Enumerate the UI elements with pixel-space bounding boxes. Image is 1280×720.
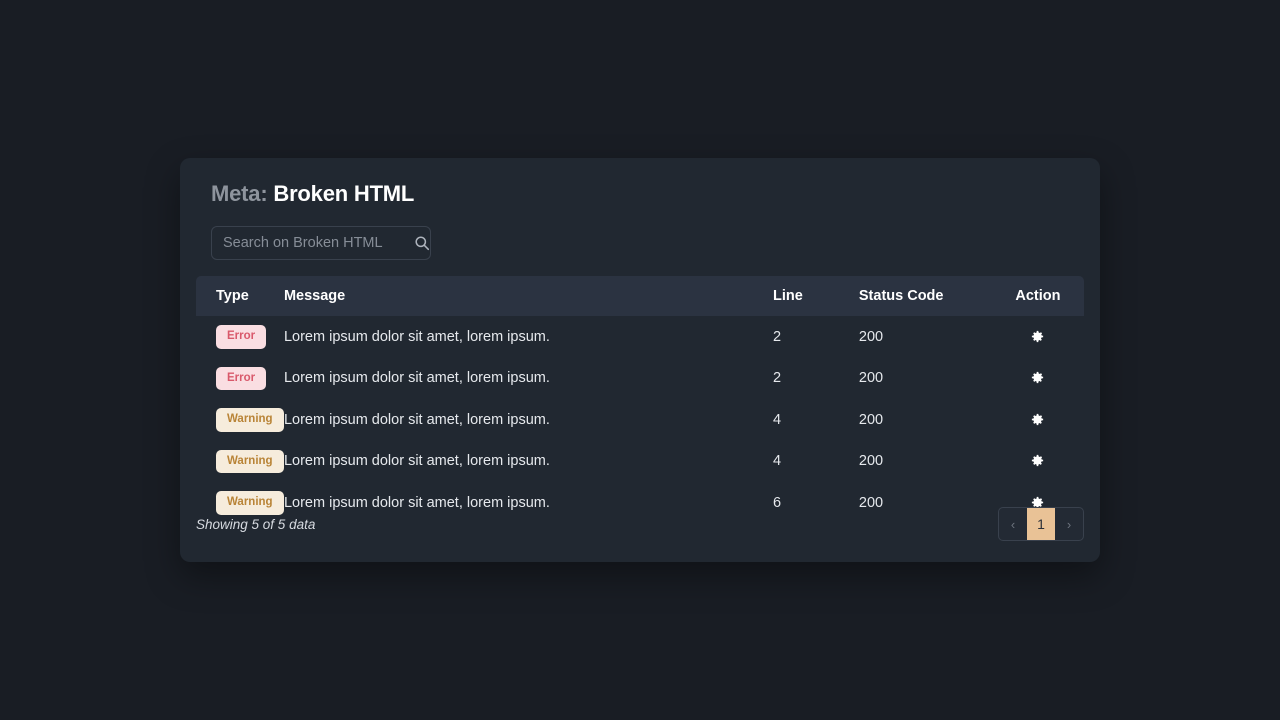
table-row: Warning Lorem ipsum dolor sit amet, lore… — [196, 399, 1084, 441]
status-badge: Warning — [216, 449, 284, 473]
cell-line: 4 — [772, 411, 782, 428]
search-input[interactable] — [223, 227, 410, 259]
gear-icon[interactable] — [1028, 326, 1048, 346]
gear-icon[interactable] — [1028, 451, 1048, 471]
status-badge: Error — [216, 366, 267, 390]
cell-type: Warning — [196, 441, 284, 483]
table-footer: Showing 5 of 5 data ‹ 1 › — [196, 506, 1084, 542]
pagination: ‹ 1 › — [998, 507, 1084, 541]
cell-type: Warning — [196, 399, 284, 441]
table-row: Error Lorem ipsum dolor sit amet, lorem … — [196, 357, 1084, 400]
cell-message: Lorem ipsum dolor sit amet, lorem ipsum. — [283, 370, 550, 387]
table-row: Error Lorem ipsum dolor sit amet, lorem … — [196, 316, 1084, 358]
cell-action — [992, 441, 1084, 483]
app-root: Meta: Broken HTML Type Message — [0, 0, 1280, 720]
showing-count-text: Showing 5 of 5 data — [196, 516, 316, 532]
errors-table: Type Message Line Status Code Action Err… — [196, 276, 1084, 524]
status-badge: Warning — [216, 408, 284, 432]
cell-message: Lorem ipsum dolor sit amet, lorem ipsum. — [283, 453, 550, 470]
cell-line: 2 — [772, 328, 782, 345]
cell-action — [992, 358, 1084, 400]
cell-type: Error — [196, 358, 284, 400]
gear-icon[interactable] — [1028, 409, 1048, 429]
column-header-type: Type — [216, 288, 249, 304]
meta-card: Meta: Broken HTML Type Message — [180, 158, 1100, 562]
status-badge: Error — [216, 325, 267, 349]
table-row: Warning Lorem ipsum dolor sit amet, lore… — [196, 440, 1084, 483]
pagination-next-button[interactable]: › — [1055, 508, 1083, 540]
search-icon[interactable] — [414, 235, 430, 251]
cell-action — [992, 316, 1084, 358]
pagination-page-1[interactable]: 1 — [1027, 508, 1055, 540]
cell-status: 200 — [858, 453, 884, 470]
cell-type: Error — [196, 316, 284, 358]
column-header-message: Message — [283, 288, 346, 304]
cell-message: Lorem ipsum dolor sit amet, lorem ipsum. — [283, 328, 550, 345]
cell-status: 200 — [858, 370, 884, 387]
page-title-value: Broken HTML — [273, 181, 415, 206]
column-header-action: Action — [1015, 288, 1061, 304]
cell-message: Lorem ipsum dolor sit amet, lorem ipsum. — [283, 411, 550, 428]
table-header-row: Type Message Line Status Code Action — [196, 276, 1084, 316]
page-title: Meta: Broken HTML — [211, 180, 1084, 208]
cell-action — [992, 399, 1084, 441]
search-box[interactable] — [211, 226, 431, 260]
column-header-status: Status Code — [858, 288, 944, 304]
cell-line: 4 — [772, 453, 782, 470]
cell-line: 2 — [772, 370, 782, 387]
column-header-line: Line — [772, 288, 803, 304]
cell-status: 200 — [858, 411, 884, 428]
pagination-prev-button[interactable]: ‹ — [999, 508, 1027, 540]
cell-status: 200 — [858, 328, 884, 345]
gear-icon[interactable] — [1028, 368, 1048, 388]
page-title-prefix: Meta: — [211, 181, 268, 206]
